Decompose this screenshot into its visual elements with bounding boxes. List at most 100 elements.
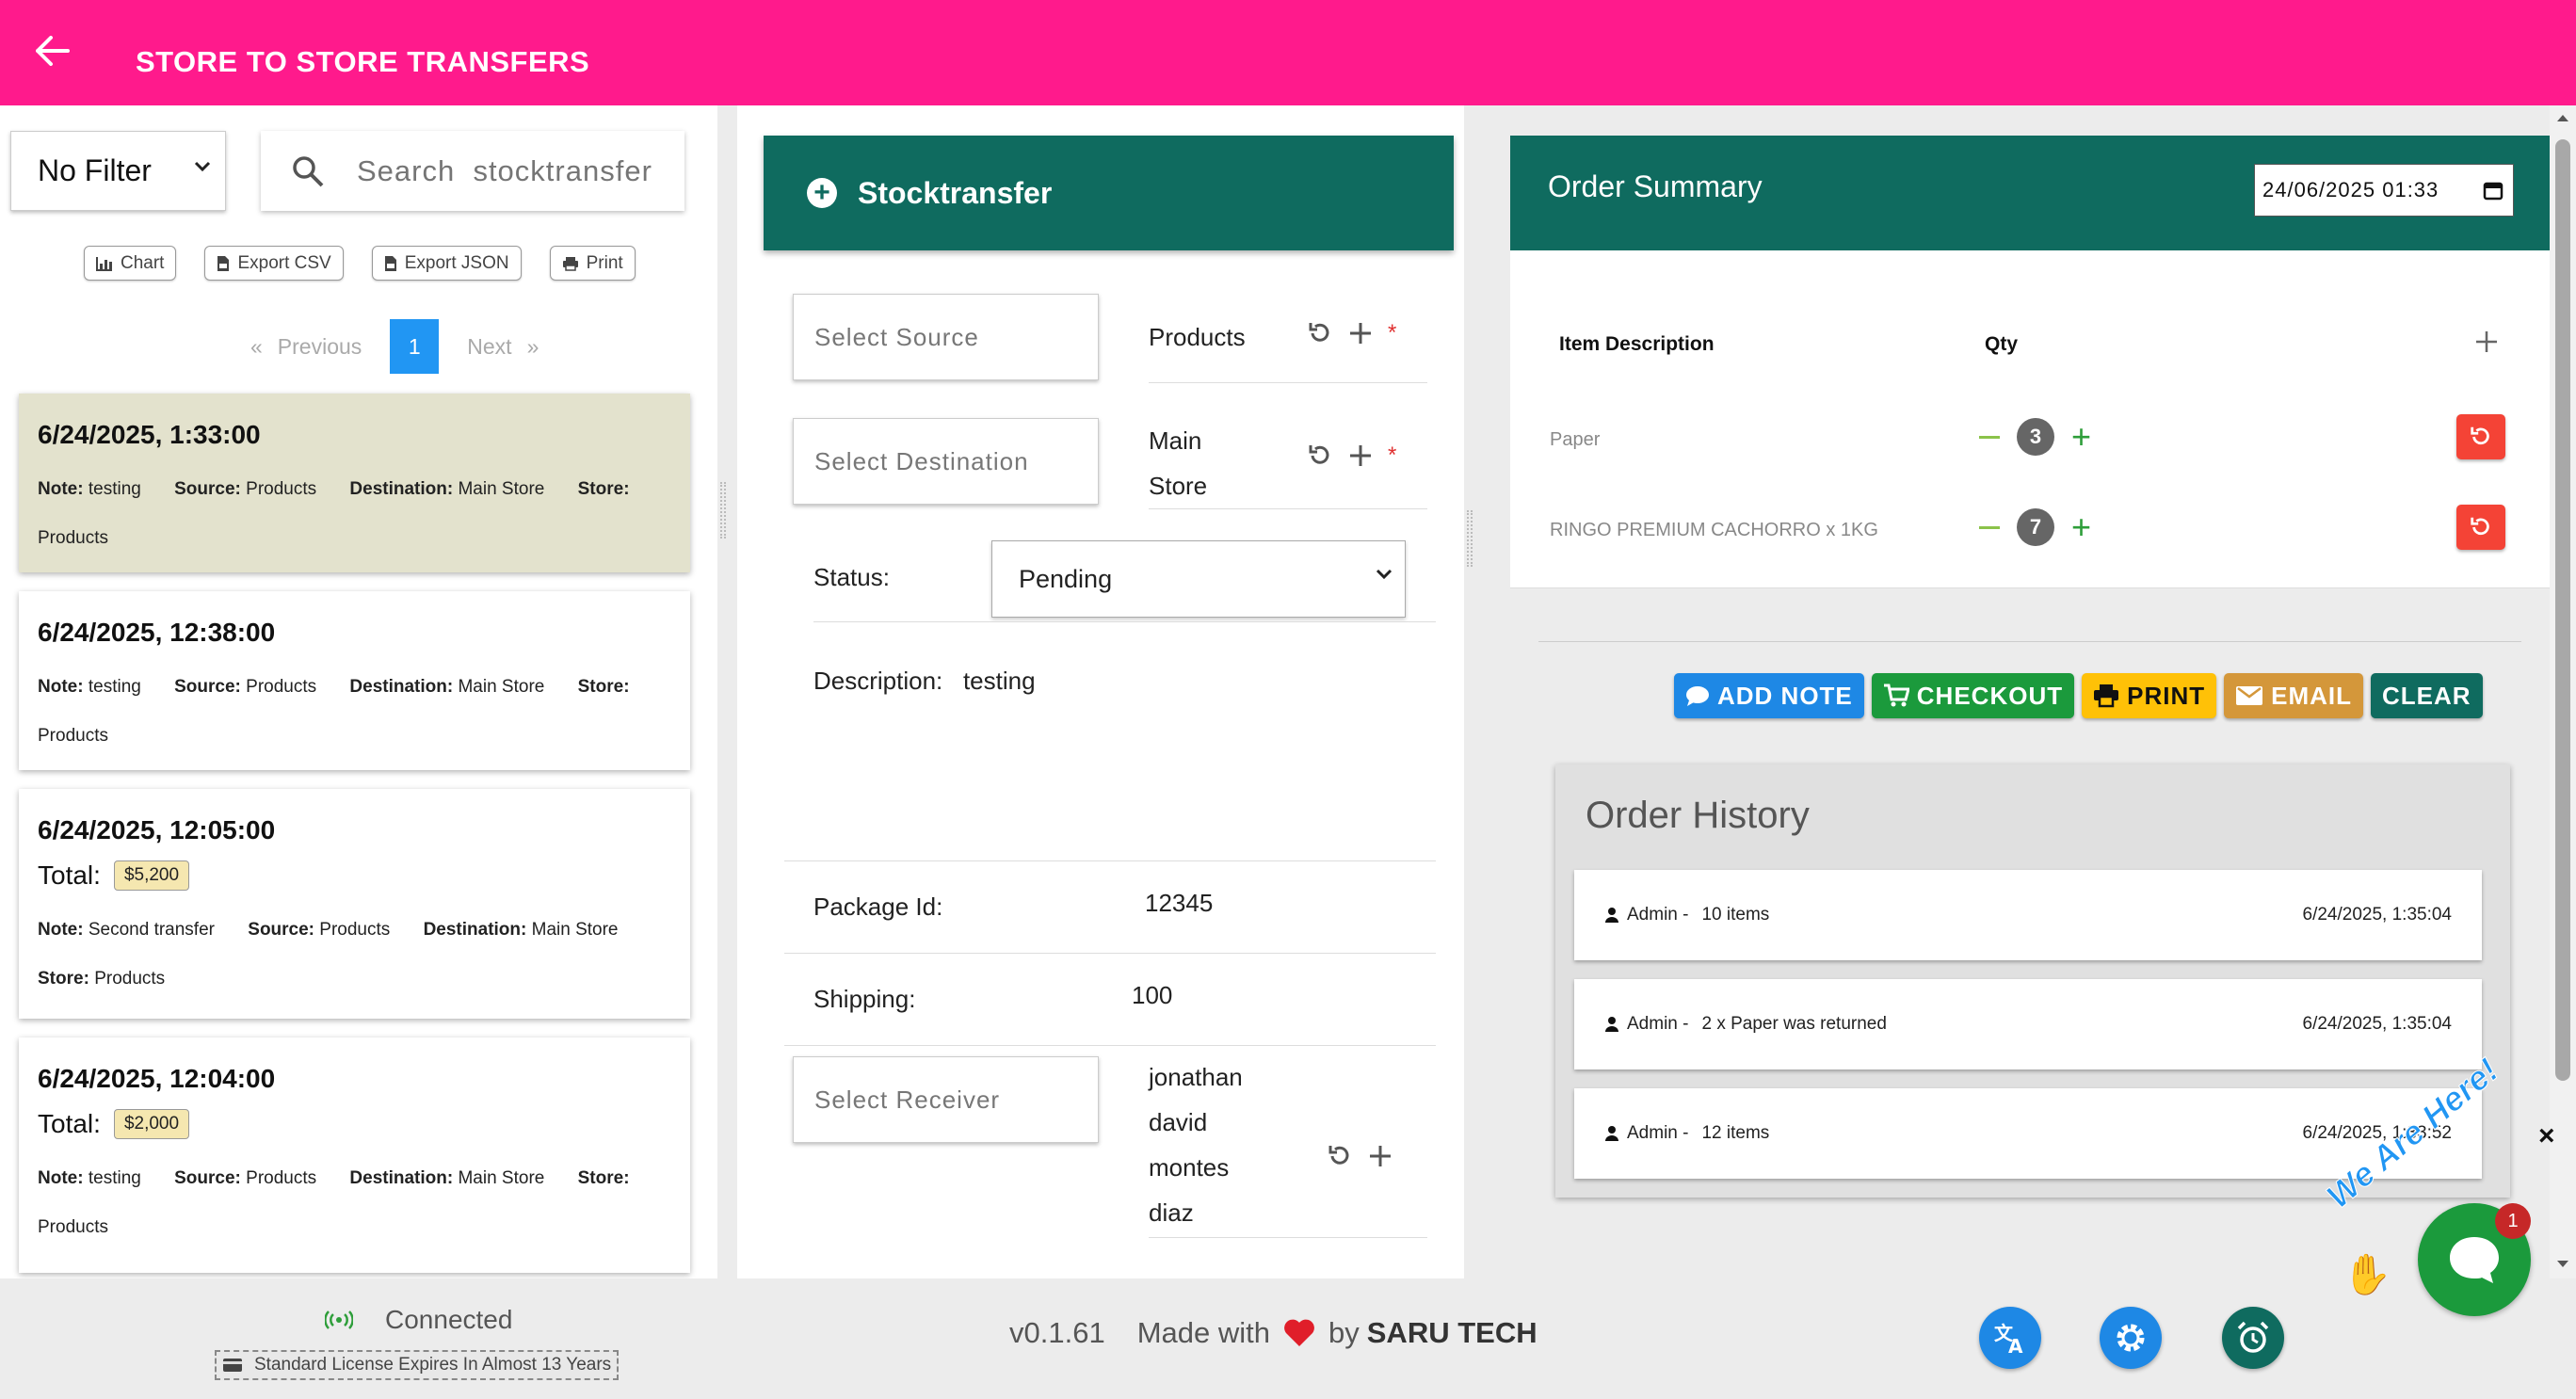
increment-button[interactable]: + bbox=[2071, 420, 2091, 454]
scroll-thumb[interactable] bbox=[2555, 139, 2570, 1081]
transfer-meta: Note: testing Source: Products Destinati… bbox=[38, 663, 671, 761]
chart-icon bbox=[96, 256, 112, 271]
calendar-icon[interactable] bbox=[2483, 180, 2504, 201]
add-note-button[interactable]: ADD NOTE bbox=[1674, 673, 1864, 718]
email-button[interactable]: EMAIL bbox=[2224, 673, 2364, 718]
pager-next[interactable]: Next bbox=[467, 334, 511, 360]
clear-button[interactable]: CLEAR bbox=[2371, 673, 2483, 718]
transfer-total: Total: $2,000 bbox=[38, 1109, 671, 1139]
add-item-icon[interactable] bbox=[2474, 330, 2499, 354]
history-user: Admin - bbox=[1604, 1123, 1688, 1144]
signal-icon bbox=[325, 1311, 353, 1329]
receiver-select[interactable]: Select Receiver bbox=[793, 1056, 1099, 1143]
pager-previous[interactable]: Previous bbox=[278, 334, 362, 360]
destination-select[interactable]: Select Destination bbox=[793, 418, 1099, 505]
print-list-button[interactable]: Print bbox=[549, 246, 636, 281]
history-user-name: Admin - bbox=[1627, 1123, 1689, 1143]
add-icon[interactable] bbox=[1368, 1144, 1393, 1168]
status-select[interactable]: Pending bbox=[991, 540, 1406, 618]
user-icon bbox=[1605, 1017, 1618, 1032]
checkout-button[interactable]: CHECKOUT bbox=[1871, 673, 2075, 718]
source-actions: * bbox=[1307, 320, 1396, 346]
transfer-card[interactable]: 6/24/2025, 12:04:00 Total: $2,000 Note: … bbox=[19, 1037, 690, 1273]
search-icon bbox=[293, 155, 324, 186]
splitter-left[interactable] bbox=[717, 105, 729, 1278]
order-summary-title: Order Summary bbox=[1548, 169, 1763, 203]
add-icon[interactable] bbox=[1348, 443, 1373, 468]
chevron-down-icon bbox=[194, 161, 211, 172]
print-button[interactable]: PRINT bbox=[2082, 673, 2217, 718]
order-date-input[interactable]: 24/06/2025 01:33 bbox=[2254, 164, 2514, 217]
refresh-icon[interactable] bbox=[1307, 320, 1333, 346]
source-value: Products bbox=[246, 1168, 317, 1188]
order-actions: ADD NOTE CHECKOUT PRINT EMAIL CLEAR bbox=[1674, 673, 2483, 718]
app-header: STORE TO STORE TRANSFERS bbox=[0, 0, 2576, 105]
description: Description: testing bbox=[813, 667, 1036, 696]
store-label: Store: bbox=[577, 677, 630, 697]
return-item-button[interactable] bbox=[2456, 414, 2505, 459]
total-label: Total: bbox=[38, 860, 101, 890]
increment-button[interactable]: + bbox=[2071, 510, 2091, 544]
back-button[interactable] bbox=[34, 32, 72, 70]
source-select[interactable]: Select Source bbox=[793, 294, 1099, 380]
qty-count: 7 bbox=[2017, 508, 2054, 546]
source-value: Products bbox=[246, 677, 317, 697]
receiver-actions bbox=[1327, 1143, 1393, 1169]
receiver-value: jonathan david montes diaz bbox=[1149, 1054, 1243, 1235]
shipping-value: 100 bbox=[1132, 981, 1173, 1009]
divider bbox=[1149, 508, 1427, 509]
print-label: PRINT bbox=[2127, 681, 2206, 710]
chart-button-label: Chart bbox=[121, 252, 165, 273]
total-badge: $2,000 bbox=[113, 1109, 190, 1139]
splitter-grip bbox=[720, 482, 726, 539]
destination-value: Main Store bbox=[458, 479, 545, 499]
alarm-button[interactable] bbox=[2222, 1307, 2284, 1369]
receiver-line: montes bbox=[1149, 1153, 1230, 1182]
return-item-button[interactable] bbox=[2456, 505, 2505, 550]
splitter-right[interactable] bbox=[1464, 105, 1475, 1278]
refresh-icon[interactable] bbox=[1327, 1143, 1353, 1169]
export-csv-button[interactable]: Export CSV bbox=[204, 246, 344, 281]
source-value: Products bbox=[319, 920, 391, 940]
search-input[interactable] bbox=[357, 153, 668, 188]
transfer-card[interactable]: 6/24/2025, 1:33:00 Note: testing Source:… bbox=[19, 394, 690, 572]
pager-first[interactable]: « bbox=[250, 334, 263, 360]
filter-select[interactable]: No Filter bbox=[10, 131, 226, 211]
destination-value-line: Main bbox=[1149, 426, 1202, 455]
scroll-up-icon[interactable] bbox=[2556, 113, 2569, 122]
settings-button[interactable] bbox=[2100, 1307, 2162, 1369]
receiver-placeholder: Select Receiver bbox=[814, 1085, 1001, 1114]
page-scrollbar[interactable] bbox=[2550, 105, 2576, 1278]
scroll-down-icon[interactable] bbox=[2556, 1260, 2569, 1269]
chart-button[interactable]: Chart bbox=[84, 246, 177, 281]
refresh-icon[interactable] bbox=[1307, 442, 1333, 469]
pager-page-1[interactable]: 1 bbox=[390, 319, 440, 374]
total-label: Total: bbox=[38, 1109, 101, 1138]
chat-close-button[interactable]: × bbox=[2538, 1120, 2555, 1152]
source-value: Products bbox=[246, 479, 317, 499]
qty-stepper: 3 + bbox=[1979, 418, 2091, 456]
add-icon[interactable] bbox=[1348, 321, 1373, 346]
export-json-button[interactable]: Export JSON bbox=[371, 246, 522, 281]
translate-button[interactable]: 文A bbox=[1979, 1307, 2041, 1369]
transfer-meta: Note: testing Source: Products Destinati… bbox=[38, 465, 671, 563]
divider bbox=[784, 860, 1436, 861]
chevron-down-icon bbox=[1376, 569, 1393, 580]
transfer-card[interactable]: 6/24/2025, 12:38:00 Note: testing Source… bbox=[19, 591, 690, 770]
order-panel: Order Summary 24/06/2025 01:33 Item Desc… bbox=[1484, 105, 2550, 1278]
decrement-button[interactable] bbox=[1979, 525, 2000, 529]
source-label: Source: bbox=[174, 1168, 241, 1188]
printer-icon bbox=[562, 256, 578, 271]
undo-icon bbox=[2471, 426, 2489, 445]
note-value: testing bbox=[88, 677, 141, 697]
transfer-card[interactable]: 6/24/2025, 12:05:00 Total: $5,200 Note: … bbox=[19, 789, 690, 1019]
total-badge: $5,200 bbox=[113, 860, 190, 891]
status-label: Status: bbox=[813, 563, 890, 591]
chat-unread-badge: 1 bbox=[2495, 1203, 2531, 1239]
waving-hand-icon: ✋ bbox=[2343, 1252, 2392, 1296]
history-user: Admin - bbox=[1604, 1014, 1688, 1035]
search-box[interactable] bbox=[261, 131, 684, 211]
order-summary-card: Order Summary 24/06/2025 01:33 Item Desc… bbox=[1510, 136, 2550, 1205]
pager-last[interactable]: » bbox=[527, 334, 539, 360]
decrement-button[interactable] bbox=[1979, 435, 2000, 439]
